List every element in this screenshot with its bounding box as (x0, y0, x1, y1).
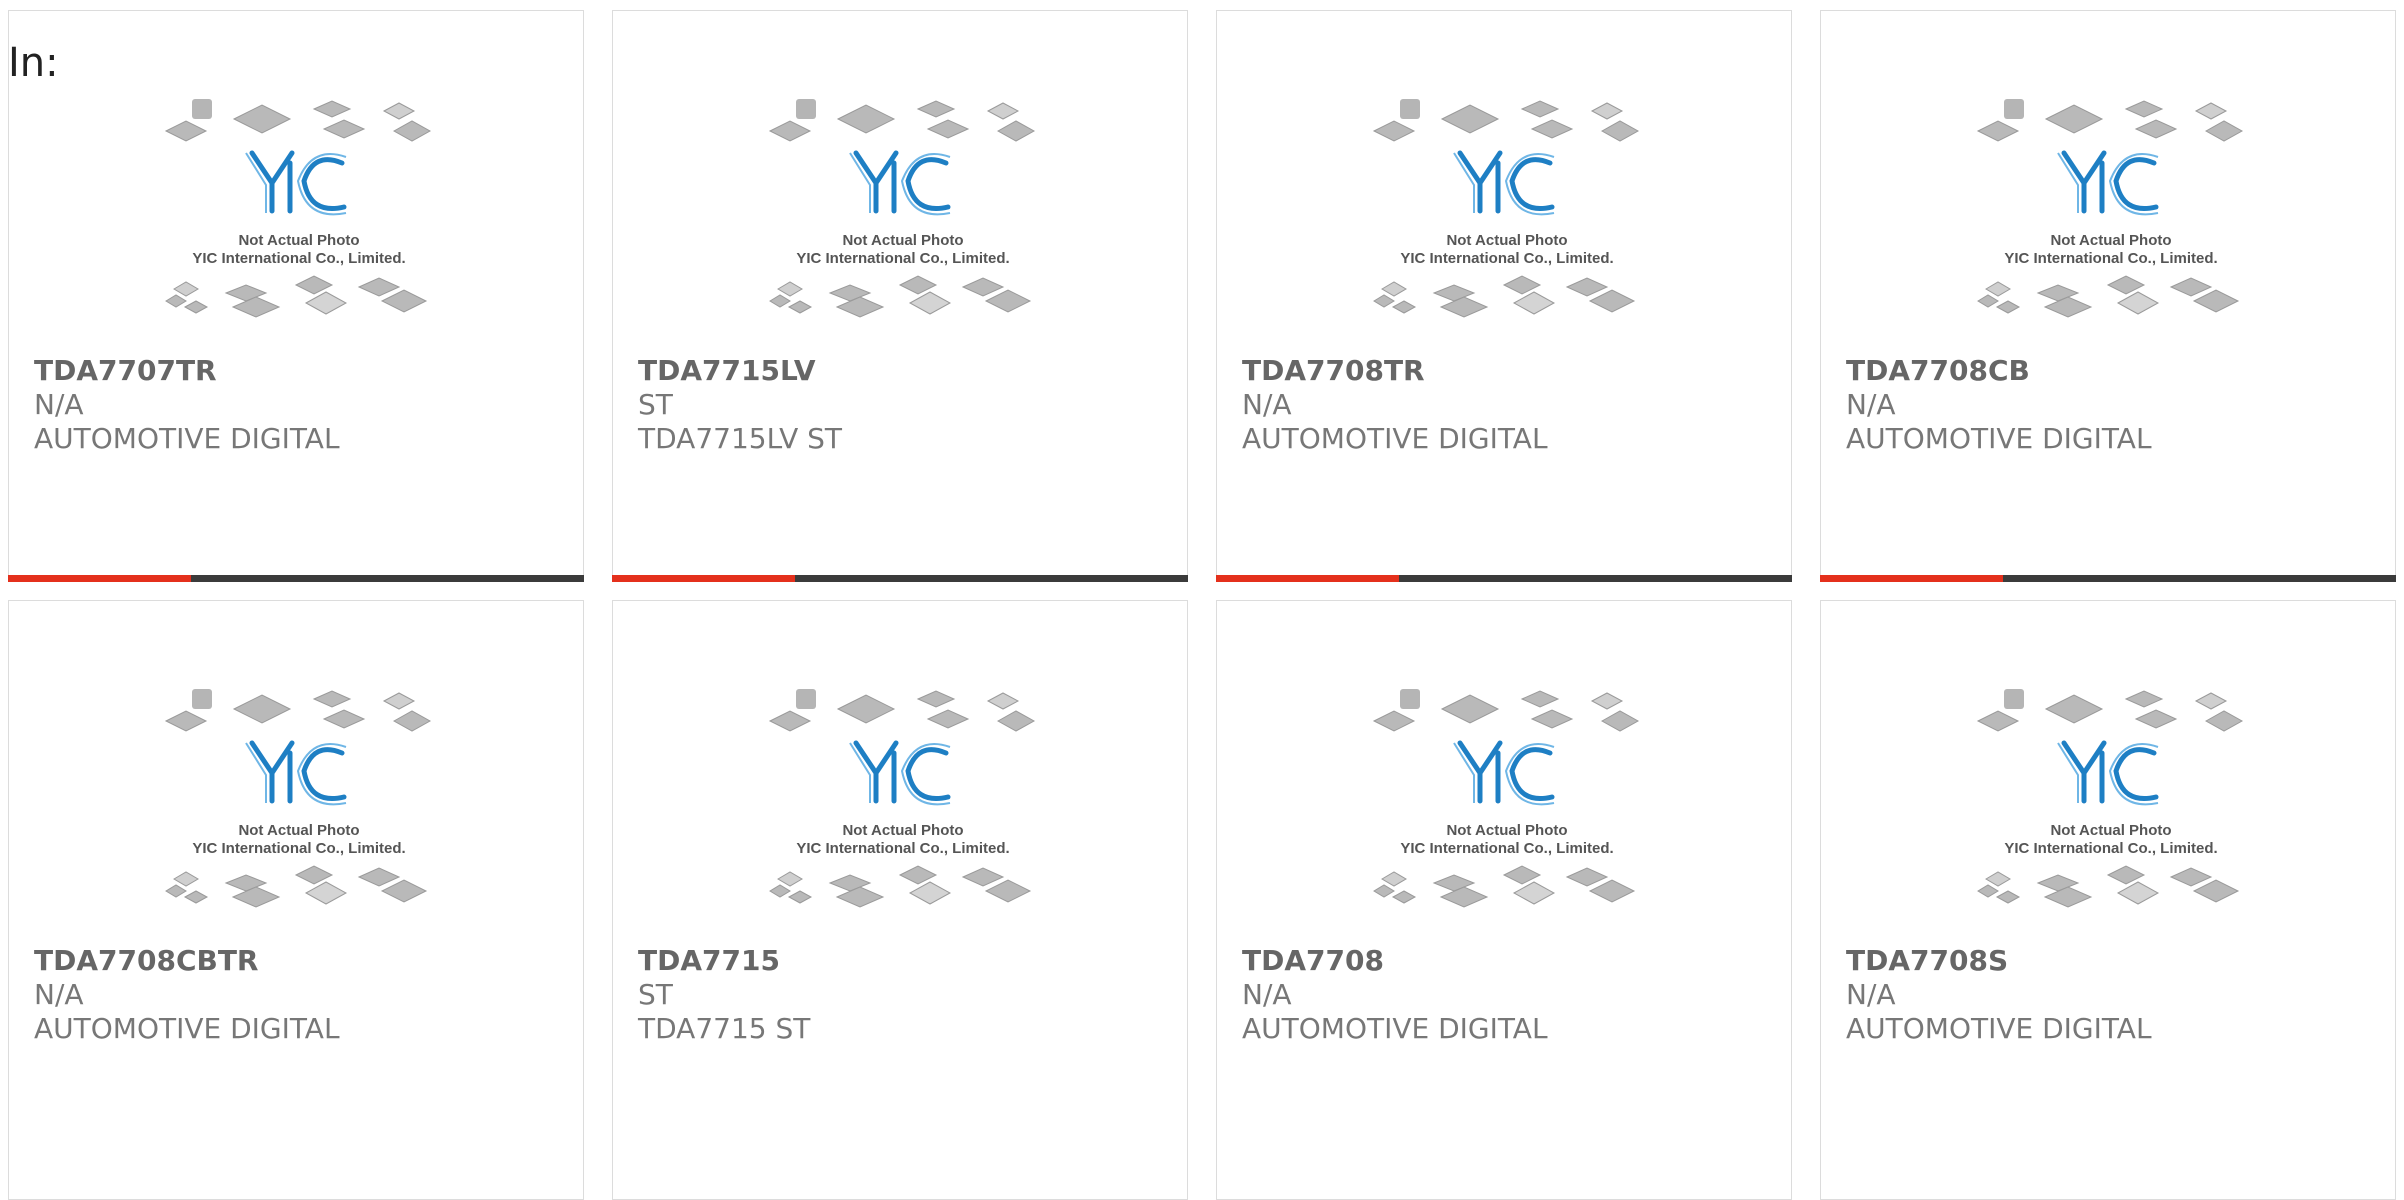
filter-label: In: (8, 40, 59, 86)
placeholder-chip-image: Not Actual PhotoYIC International Co., L… (1372, 99, 1640, 318)
product-card[interactable]: Not Actual Photo YIC International Co., L… (612, 600, 1188, 1200)
placeholder-chip-image: Not Actual PhotoYIC International Co., L… (164, 689, 432, 908)
manufacturer: ST (638, 388, 673, 421)
svg-text:YIC International Co., Limited: YIC International Co., Limited. (796, 840, 1009, 857)
part-number[interactable]: TDA7708S (1846, 944, 2152, 978)
description: AUTOMOTIVE DIGITAL (1242, 1012, 1548, 1045)
part-number[interactable]: TDA7715 (638, 944, 810, 978)
product-card[interactable]: Not Actual Photo YIC International Co., L… (1820, 600, 2396, 1200)
product-info: TDA7708CB N/A AUTOMOTIVE DIGITAL (1846, 354, 2152, 456)
part-number[interactable]: TDA7708TR (1242, 354, 1548, 388)
manufacturer: N/A (1846, 978, 1896, 1011)
svg-text:Not Actual Photo: Not Actual Photo (2050, 822, 2171, 839)
description: AUTOMOTIVE DIGITAL (34, 1012, 340, 1045)
part-number[interactable]: TDA7708 (1242, 944, 1548, 978)
svg-text:YIC International Co., Limited: YIC International Co., Limited. (2004, 840, 2217, 857)
product-info: TDA7715LV ST TDA7715LV ST (638, 354, 842, 456)
svg-text:Not Actual Photo: Not Actual Photo (2050, 232, 2171, 249)
product-grid: Not Actual Photo YIC International Co., L… (8, 10, 2398, 1200)
svg-text:YIC International Co., Limited: YIC International Co., Limited. (1400, 250, 1613, 267)
placeholder-chip-image: Not Actual PhotoYIC International Co., L… (1976, 689, 2244, 908)
svg-text:YIC International Co., Limited: YIC International Co., Limited. (192, 840, 405, 857)
product-info: TDA7708S N/A AUTOMOTIVE DIGITAL (1846, 944, 2152, 1046)
svg-text:Not Actual Photo: Not Actual Photo (842, 822, 963, 839)
part-number[interactable]: TDA7708CBTR (34, 944, 340, 978)
svg-text:Not Actual Photo: Not Actual Photo (1446, 822, 1567, 839)
description: TDA7715LV ST (638, 422, 843, 455)
manufacturer: N/A (34, 388, 84, 421)
placeholder-chip-image: Not Actual PhotoYIC International Co., L… (768, 689, 1036, 908)
description: AUTOMOTIVE DIGITAL (1242, 422, 1548, 455)
description: TDA7715 ST (638, 1012, 811, 1045)
manufacturer: N/A (34, 978, 84, 1011)
card-bottom-bar (1216, 575, 1792, 582)
product-card[interactable]: Not Actual Photo YIC International Co., L… (1820, 10, 2396, 582)
part-number[interactable]: TDA7708CB (1846, 354, 2152, 388)
description: AUTOMOTIVE DIGITAL (1846, 1012, 2152, 1045)
product-card[interactable]: Not Actual Photo YIC International Co., L… (8, 10, 584, 582)
svg-text:YIC International Co., Limited: YIC International Co., Limited. (1400, 840, 1613, 857)
product-card[interactable]: Not Actual Photo YIC International Co., L… (1216, 10, 1792, 582)
product-info: TDA7708 N/A AUTOMOTIVE DIGITAL (1242, 944, 1548, 1046)
manufacturer: N/A (1242, 978, 1292, 1011)
product-card[interactable]: Not Actual Photo YIC International Co., L… (612, 10, 1188, 582)
manufacturer: N/A (1242, 388, 1292, 421)
svg-text:Not Actual Photo: Not Actual Photo (842, 232, 963, 249)
placeholder-chip-image: Not Actual PhotoYIC International Co., L… (1976, 99, 2244, 318)
description: AUTOMOTIVE DIGITAL (34, 422, 340, 455)
product-card[interactable]: Not Actual Photo YIC International Co., L… (8, 600, 584, 1200)
svg-text:YIC International Co., Limited: YIC International Co., Limited. (796, 250, 1009, 267)
placeholder-chip-image: Not Actual PhotoYIC International Co., L… (1372, 689, 1640, 908)
card-bottom-bar (8, 575, 584, 582)
card-bottom-bar (1820, 575, 2396, 582)
product-info: TDA7708CBTR N/A AUTOMOTIVE DIGITAL (34, 944, 340, 1046)
card-bottom-bar (612, 575, 1188, 582)
product-card[interactable]: Not Actual Photo YIC International Co., L… (1216, 600, 1792, 1200)
svg-text:Not Actual Photo: Not Actual Photo (1446, 232, 1567, 249)
product-info: TDA7707TR N/A AUTOMOTIVE DIGITAL (34, 354, 340, 456)
manufacturer: ST (638, 978, 673, 1011)
svg-text:Not Actual Photo: Not Actual Photo (238, 822, 359, 839)
description: AUTOMOTIVE DIGITAL (1846, 422, 2152, 455)
part-number[interactable]: TDA7707TR (34, 354, 340, 388)
placeholder-chip-image: Not Actual PhotoYIC International Co., L… (768, 99, 1036, 318)
svg-text:YIC International Co., Limited: YIC International Co., Limited. (192, 250, 405, 267)
manufacturer: N/A (1846, 388, 1896, 421)
placeholder-chip-image: Not Actual PhotoYIC International Co., L… (164, 99, 432, 318)
svg-text:YIC International Co., Limited: YIC International Co., Limited. (2004, 250, 2217, 267)
product-info: TDA7715 ST TDA7715 ST (638, 944, 810, 1046)
part-number[interactable]: TDA7715LV (638, 354, 842, 388)
product-info: TDA7708TR N/A AUTOMOTIVE DIGITAL (1242, 354, 1548, 456)
svg-text:Not Actual Photo: Not Actual Photo (238, 232, 359, 249)
